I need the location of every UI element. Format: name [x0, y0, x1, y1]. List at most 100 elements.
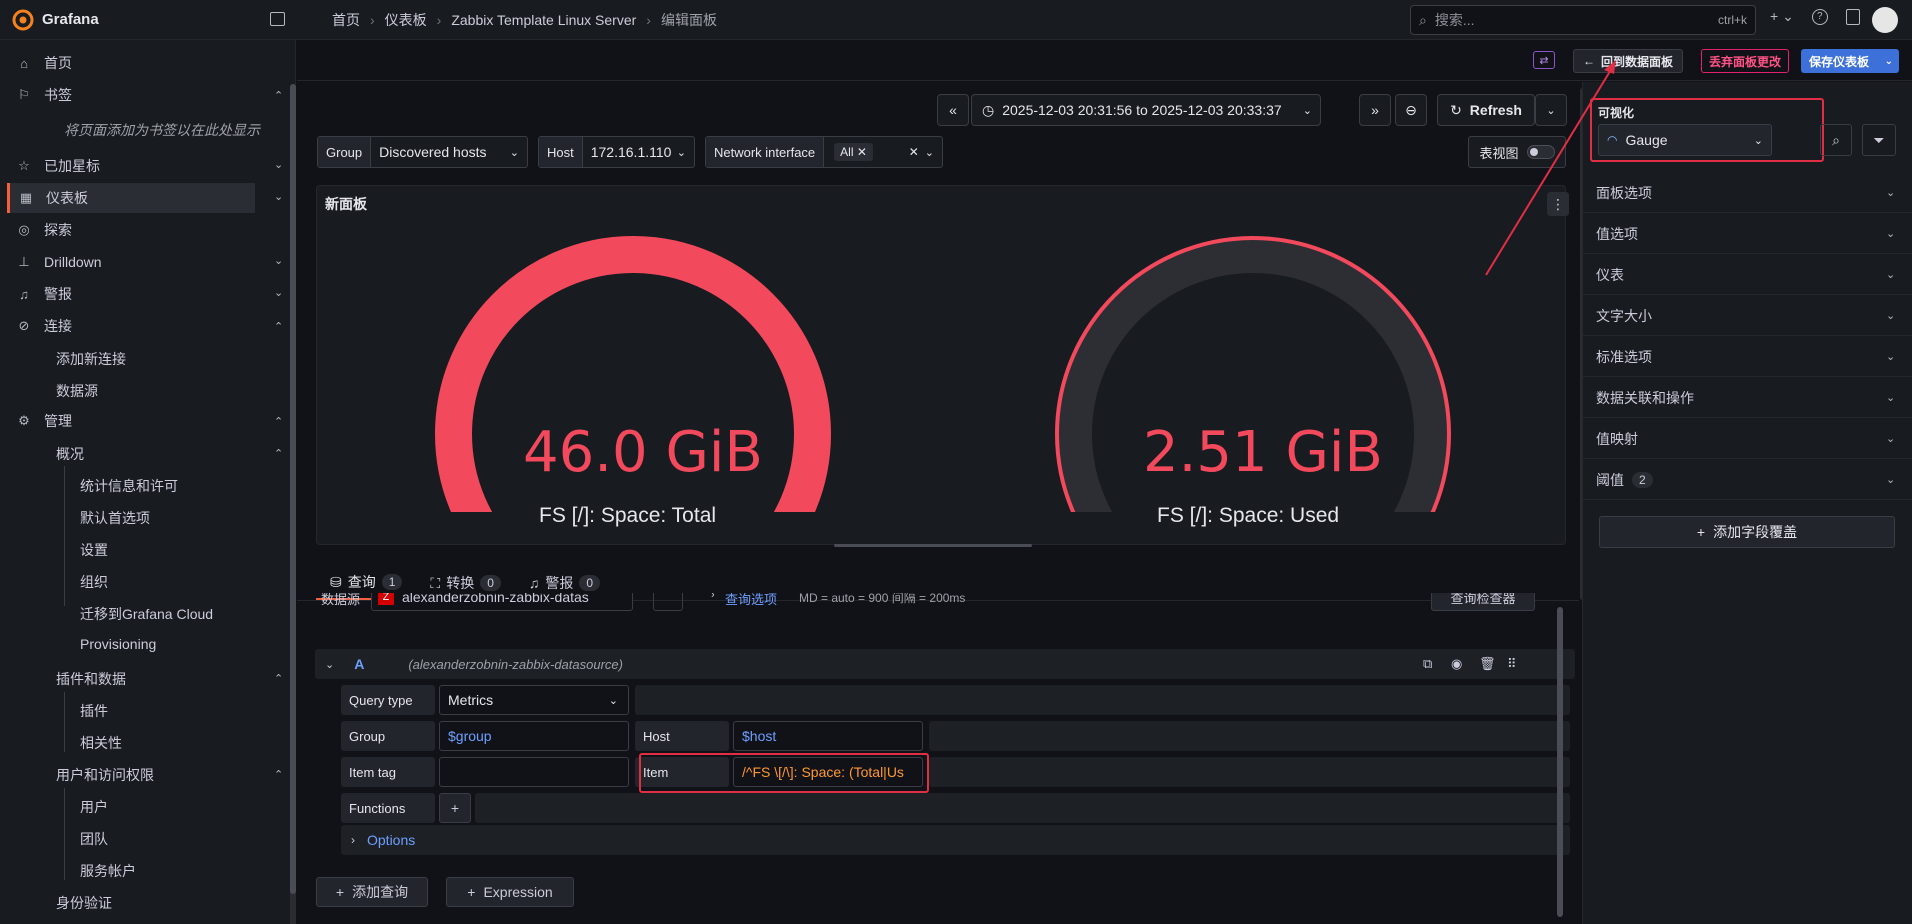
dock-menu-icon[interactable]: [270, 12, 285, 26]
variable-group[interactable]: Group Discovered hosts ⌄: [317, 136, 528, 168]
query-options-row[interactable]: › Options: [341, 825, 1570, 855]
sidebar-item-auth[interactable]: 身份验证: [56, 893, 112, 913]
chevron-down-icon[interactable]: ⌄: [274, 190, 283, 203]
time-range-picker[interactable]: ◷ 2025-12-03 20:31:56 to 2025-12-03 20:3…: [971, 94, 1321, 126]
sidebar-item-plugins[interactable]: 插件: [80, 701, 108, 721]
query-scrollbar[interactable]: [1557, 607, 1563, 917]
time-back-button[interactable]: «: [937, 94, 969, 126]
breadcrumb-home[interactable]: 首页: [332, 10, 360, 30]
sidebar-item-service-accounts[interactable]: 服务帐户: [80, 861, 136, 881]
save-dashboard-button[interactable]: 保存仪表板 ⌄: [1801, 49, 1899, 73]
host-input[interactable]: $host: [733, 721, 923, 751]
search-input[interactable]: ⌕ 搜索... ctrl+k: [1410, 5, 1756, 35]
chevron-up-icon[interactable]: ⌃: [274, 320, 283, 333]
sidebar-item-dashboards[interactable]: ▦ 仪表板: [7, 183, 255, 213]
variable-network-interface[interactable]: Network interface All ✕ ✕ ⌄: [705, 136, 943, 168]
variable-host[interactable]: Host 172.16.1.110 ⌄: [538, 136, 695, 168]
sidebar-item-drilldown[interactable]: ⊥ Drilldown: [8, 247, 101, 277]
table-view-toggle[interactable]: 表视图: [1468, 136, 1566, 168]
expression-button[interactable]: + Expression: [446, 877, 574, 907]
trash-icon[interactable]: 🗑: [1479, 656, 1496, 672]
variable-chip[interactable]: All ✕: [834, 143, 873, 161]
time-forward-button[interactable]: »: [1359, 94, 1391, 126]
avatar[interactable]: [1872, 7, 1898, 33]
sidebar-item-datasources[interactable]: 数据源: [56, 381, 98, 401]
section-value-mappings[interactable]: 值映射 ⌄: [1582, 419, 1912, 459]
filter-options-button[interactable]: ⏷: [1862, 124, 1896, 156]
section-standard-options[interactable]: 标准选项 ⌄: [1582, 337, 1912, 377]
sidebar-item-connections[interactable]: ⊘ 连接: [8, 311, 72, 341]
eye-icon[interactable]: ◉: [1451, 656, 1462, 672]
section-gauge[interactable]: 仪表 ⌄: [1582, 255, 1912, 295]
sidebar-item-correlations[interactable]: 相关性: [80, 733, 122, 753]
sidebar-item-admin[interactable]: ⚙ 管理: [8, 406, 72, 436]
sidebar-item-provisioning[interactable]: Provisioning: [80, 636, 156, 652]
section-panel-options[interactable]: 面板选项 ⌄: [1582, 173, 1912, 213]
sidebar-item-migrate[interactable]: 迁移到Grafana Cloud: [80, 604, 213, 624]
chevron-down-icon[interactable]: ⌄: [274, 286, 283, 299]
chevron-up-icon[interactable]: ⌃: [274, 672, 283, 685]
back-to-dashboard-button[interactable]: ← 回到数据面板: [1573, 49, 1683, 73]
group-input[interactable]: $group: [439, 721, 629, 751]
sidebar-item-orgs[interactable]: 组织: [80, 572, 108, 592]
news-icon[interactable]: [1845, 8, 1860, 25]
sidebar-item-explore[interactable]: ◎ 探索: [8, 215, 72, 245]
panel-resize-handle[interactable]: [834, 544, 1032, 547]
section-value-options[interactable]: 值选项 ⌄: [1582, 214, 1912, 254]
sidebar-item-users-access[interactable]: 用户和访问权限: [56, 765, 154, 785]
add-function-button[interactable]: +: [439, 793, 471, 823]
section-data-links[interactable]: 数据关联和操作 ⌄: [1582, 378, 1912, 418]
sidebar-item-plugins-data[interactable]: 插件和数据: [56, 669, 126, 689]
item-tag-input[interactable]: [439, 757, 629, 787]
sidebar-item-alerting[interactable]: ♫ 警报: [8, 279, 72, 309]
add-override-button[interactable]: + 添加字段覆盖: [1599, 516, 1895, 548]
chevron-up-icon[interactable]: ⌃: [274, 415, 283, 428]
section-text-size[interactable]: 文字大小 ⌄: [1582, 296, 1912, 336]
sidebar-item-overview[interactable]: 概况: [56, 444, 84, 464]
help-icon[interactable]: ?: [1811, 8, 1828, 25]
clear-icon[interactable]: ✕: [909, 145, 919, 159]
zoom-out-button[interactable]: ⊖: [1395, 94, 1427, 126]
sidebar-item-settings[interactable]: 设置: [80, 540, 108, 560]
info-icon[interactable]: [653, 593, 683, 611]
sidebar-item-default-prefs[interactable]: 默认首选项: [80, 508, 150, 528]
query-type-select[interactable]: Metrics ⌄: [439, 685, 629, 715]
sidebar-item-teams[interactable]: 团队: [80, 829, 108, 849]
sidebar-item-bookmarks[interactable]: ⚐ 书签: [8, 80, 72, 110]
query-options-chevron-icon[interactable]: ›: [711, 593, 715, 601]
sidebar-item-starred[interactable]: ☆ 已加星标: [8, 151, 100, 181]
search-options-button[interactable]: ⌕: [1820, 124, 1852, 156]
chevron-down-icon[interactable]: ⌄: [325, 658, 334, 671]
sidebar-scrollbar-thumb[interactable]: [290, 84, 296, 894]
chevron-up-icon[interactable]: ⌃: [274, 89, 283, 102]
refresh-button[interactable]: ↻ Refresh: [1437, 94, 1535, 126]
query-options-link[interactable]: 查询选项: [725, 593, 777, 608]
query-row-header[interactable]: ⌄ A (alexanderzobnin-zabbix-datasource) …: [315, 649, 1575, 679]
chevron-up-icon[interactable]: ⌃: [274, 447, 283, 460]
add-query-button[interactable]: + 添加查询: [316, 877, 428, 907]
sidebar-item-home[interactable]: ⌂ 首页: [8, 48, 72, 78]
chevron-down-icon[interactable]: ⌄: [274, 158, 283, 171]
panel-menu-icon[interactable]: ⋮: [1547, 192, 1569, 216]
refresh-interval-picker[interactable]: ⌄: [1535, 94, 1567, 126]
query-ref-id[interactable]: A: [354, 656, 364, 672]
query-inspector-button[interactable]: 查询检查器: [1431, 593, 1535, 611]
toggle-switch[interactable]: [1526, 145, 1555, 159]
chevron-up-icon[interactable]: ⌃: [274, 768, 283, 781]
sidebar-item-add-connection[interactable]: 添加新连接: [56, 349, 126, 369]
chevron-down-icon[interactable]: ⌄: [1885, 56, 1893, 67]
breadcrumb-dashboards[interactable]: 仪表板: [385, 10, 427, 30]
drag-handle-icon[interactable]: ⠿: [1507, 656, 1517, 672]
toggle-pane-icon[interactable]: ⇄: [1533, 51, 1555, 69]
sidebar-item-users[interactable]: 用户: [80, 797, 108, 817]
discard-button[interactable]: 丢弃面板更改: [1701, 49, 1789, 73]
add-new-icon[interactable]: + ⌄: [1770, 8, 1794, 25]
sidebar-item-stats[interactable]: 统计信息和许可: [80, 476, 178, 496]
logo[interactable]: Grafana: [0, 9, 296, 31]
datasource-picker[interactable]: Z alexanderzobnin-zabbix-datas: [371, 593, 633, 611]
close-icon[interactable]: ✕: [857, 145, 867, 159]
breadcrumb-dashboard[interactable]: Zabbix Template Linux Server: [451, 12, 636, 28]
chevron-down-icon[interactable]: ⌄: [274, 254, 283, 267]
section-thresholds[interactable]: 阈值 2 ⌄: [1582, 460, 1912, 500]
copy-icon[interactable]: ⧉: [1423, 656, 1432, 672]
